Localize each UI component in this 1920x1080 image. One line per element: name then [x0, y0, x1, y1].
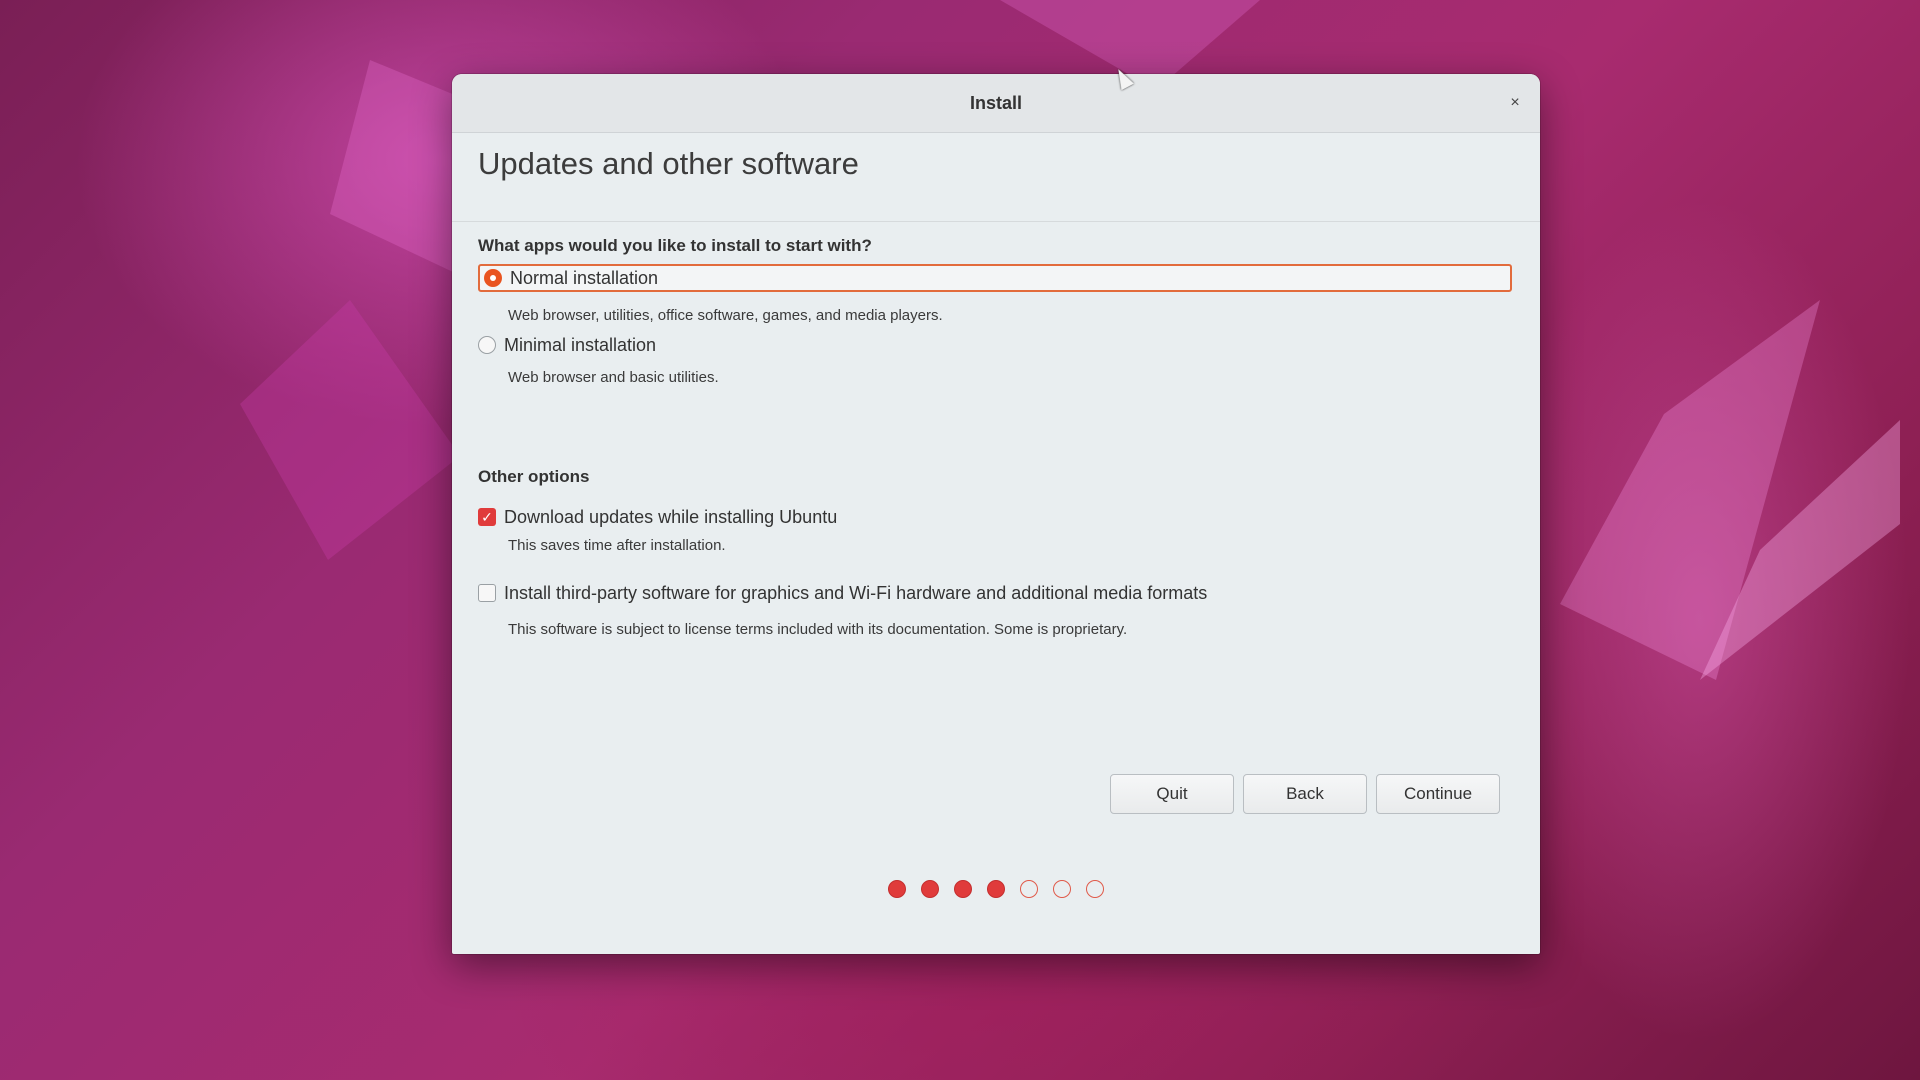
minimal-installation-option[interactable]: Minimal installation	[478, 331, 656, 359]
apps-question: What apps would you like to install to s…	[478, 236, 872, 255]
install-dialog: Install × Updates and other software Wha…	[452, 74, 1540, 954]
quit-button[interactable]: Quit	[1110, 774, 1234, 814]
minimal-installation-label: Minimal installation	[504, 334, 657, 355]
download-updates-checkbox[interactable]: ✓	[478, 508, 496, 526]
minimal-installation-description: Web browser and basic utilities.	[508, 369, 719, 386]
page-title: Updates and other software	[478, 146, 859, 181]
normal-installation-option[interactable]: Normal installation	[478, 264, 1512, 292]
third-party-software-label: Install third-party software for graphic…	[504, 582, 1208, 603]
wallpaper-shard	[240, 300, 460, 560]
progress-step-dot	[1053, 880, 1071, 898]
third-party-software-option[interactable]: Install third-party software for graphic…	[478, 579, 1207, 607]
third-party-software-description: This software is subject to license term…	[508, 621, 1128, 638]
continue-button[interactable]: Continue	[1376, 774, 1500, 814]
progress-step-dot	[987, 880, 1005, 898]
progress-step-dot	[1020, 880, 1038, 898]
progress-step-dot	[888, 880, 906, 898]
titlebar: Install ×	[452, 74, 1540, 133]
wallpaper-shard	[1560, 300, 1820, 680]
other-options-heading: Other options	[478, 467, 590, 486]
divider	[452, 221, 1540, 222]
download-updates-description: This saves time after installation.	[508, 537, 726, 554]
back-button[interactable]: Back	[1243, 774, 1367, 814]
progress-indicator	[452, 880, 1540, 898]
progress-step-dot	[921, 880, 939, 898]
window-title: Install	[969, 92, 1022, 113]
progress-step-dot	[1086, 880, 1104, 898]
download-updates-option[interactable]: ✓ Download updates while installing Ubun…	[478, 503, 837, 531]
normal-installation-description: Web browser, utilities, office software,…	[508, 307, 943, 324]
radio-minimal-installation[interactable]	[478, 336, 496, 354]
normal-installation-label: Normal installation	[510, 267, 659, 288]
radio-normal-installation[interactable]	[484, 269, 502, 287]
download-updates-label: Download updates while installing Ubuntu	[504, 506, 838, 527]
progress-step-dot	[954, 880, 972, 898]
close-icon[interactable]: ×	[1504, 92, 1526, 114]
third-party-software-checkbox[interactable]	[478, 584, 496, 602]
